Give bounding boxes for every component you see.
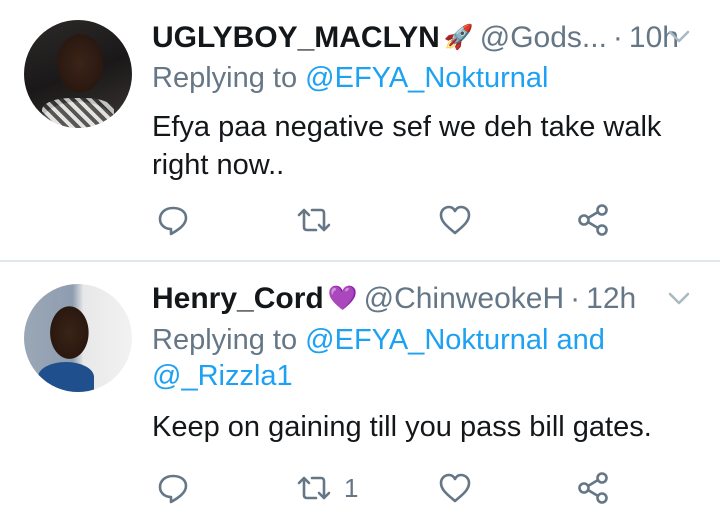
mention-link[interactable]: @EFYA_Nokturnal	[305, 324, 548, 356]
share-button[interactable]	[576, 200, 610, 240]
display-name[interactable]: Henry_Cord	[152, 281, 324, 317]
retweet-icon	[296, 471, 332, 505]
name-emoji: 🚀	[443, 24, 474, 51]
avatar-shirt	[38, 362, 94, 392]
tweet-header: UGLYBOY_MACLYN 🚀 @Gods... · 10h	[152, 20, 679, 56]
chevron-down-icon[interactable]	[666, 286, 692, 312]
action-bar: 1	[152, 468, 622, 508]
retweet-button[interactable]	[296, 200, 344, 240]
replying-to: Replying to @EFYA_Nokturnal	[152, 60, 692, 96]
chevron-down-icon[interactable]	[666, 24, 692, 50]
reply-button[interactable]	[156, 468, 190, 508]
retweet-button[interactable]: 1	[296, 468, 358, 508]
tweet-header: Henry_Cord 💜 @ChinweokeH · 12h	[152, 281, 636, 317]
share-button[interactable]	[576, 468, 610, 508]
retweet-icon	[296, 203, 332, 237]
mention-joiner: and	[556, 324, 605, 356]
avatar[interactable]	[24, 20, 132, 128]
name-emoji: 💜	[327, 285, 358, 312]
tweet[interactable]: Henry_Cord 💜 @ChinweokeH · 12h Replying …	[0, 262, 720, 527]
user-handle[interactable]: @ChinweokeH	[364, 281, 565, 317]
user-handle[interactable]: @Gods...	[480, 20, 607, 56]
avatar-shirt	[42, 98, 114, 128]
replying-prefix: Replying to	[152, 62, 298, 94]
separator-dot: ·	[570, 282, 581, 315]
reply-button[interactable]	[156, 200, 190, 240]
like-button[interactable]	[438, 468, 472, 508]
like-button[interactable]	[438, 200, 472, 240]
timestamp[interactable]: 12h	[586, 281, 636, 317]
mention-link[interactable]: @_Rizzla1	[152, 360, 293, 392]
retweet-count: 1	[344, 472, 359, 503]
action-bar	[152, 200, 622, 240]
share-icon	[576, 471, 610, 505]
like-icon	[438, 471, 472, 505]
replying-prefix: Replying to	[152, 324, 298, 356]
separator-dot: ·	[612, 21, 623, 54]
mention-link[interactable]: @EFYA_Nokturnal	[305, 62, 548, 94]
tweet[interactable]: UGLYBOY_MACLYN 🚀 @Gods... · 10h Replying…	[0, 0, 720, 262]
display-name[interactable]: UGLYBOY_MACLYN	[152, 20, 440, 56]
share-icon	[576, 203, 610, 237]
reply-icon	[156, 203, 190, 237]
tweet-text: Keep on gaining till you pass bill gates…	[152, 411, 652, 443]
replying-to: Replying to @EFYA_Nokturnal and @_Rizzla…	[152, 322, 692, 394]
reply-icon	[156, 471, 190, 505]
tweet-text: Efya paa negative sef we deh take walk r…	[152, 111, 662, 181]
like-icon	[438, 203, 472, 237]
avatar[interactable]	[24, 284, 132, 392]
